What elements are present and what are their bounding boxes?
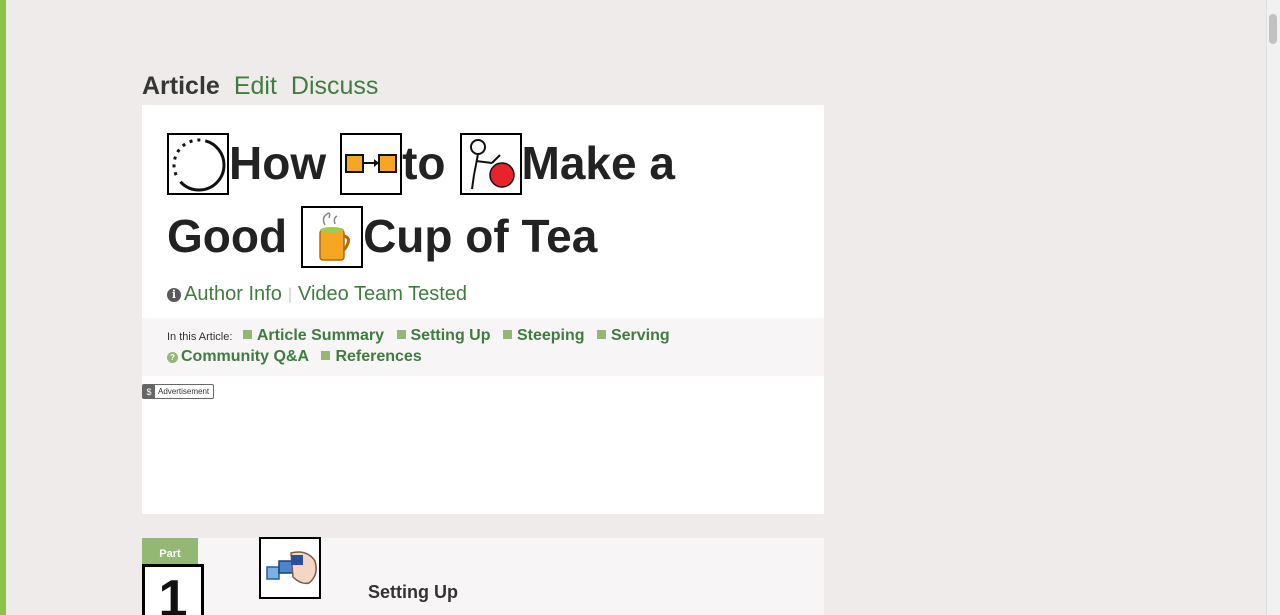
toc-item-references[interactable]: References [321,348,422,365]
toc-item-setting-up[interactable]: Setting Up [396,327,491,344]
title-word-to: to [402,137,446,189]
part-title: Setting Up [368,582,458,602]
boxes-arrow-symbol-icon [340,132,403,195]
tested-badge-link[interactable]: Video Team Tested [298,283,467,306]
toc-item-steeping[interactable]: Steeping [502,327,585,344]
tea-mug-symbol-icon [301,205,364,268]
title-word-cup-of-tea: Cup of Tea [363,210,598,262]
circle-symbol-icon [167,132,229,195]
title-word-make-a: Make a [521,137,675,189]
advertisement-badge: $ Advertisement [142,384,215,399]
article-title: How to Make a Good Cup of Tea [167,127,807,273]
toc-item-serving[interactable]: Serving [596,327,670,344]
title-word-good: Good [167,210,288,262]
toc-bullet-icon [321,351,331,360]
toc-label: In this Article: [167,331,233,343]
part-section: Part 1 Setting Up [142,537,824,615]
article-tabs: Article Edit Discuss [142,72,378,101]
left-edge-bar [0,0,6,615]
toc-bullet-icon [396,330,406,339]
toc-bullet-icon [502,330,512,339]
toc-item-community-qa[interactable]: ? Community Q&A [167,348,309,365]
toc-bullet-icon [596,330,606,339]
part-tab: Part [142,538,198,566]
tab-discuss[interactable]: Discuss [291,72,379,101]
tab-edit[interactable]: Edit [234,72,277,101]
hand-blocks-symbol-icon [259,537,321,599]
table-of-contents: In this Article: Article Summary Setting… [142,318,824,376]
part-number: 1 [142,564,204,615]
dollar-icon: $ [143,385,155,398]
toc-bullet-icon [242,330,252,339]
title-word-how: How [229,137,327,189]
author-info-link[interactable]: Author Info [184,283,282,306]
info-icon: i [167,287,181,302]
question-icon: ? [167,352,178,363]
person-making-symbol-icon [459,132,522,195]
toc-item-article-summary[interactable]: Article Summary [242,327,384,344]
meta-divider: | [287,285,292,303]
scrollbar[interactable] [1266,0,1280,615]
tab-article[interactable]: Article [142,72,220,101]
article-meta: i Author Info | Video Team Tested [167,283,467,306]
advertisement-label: Advertisement [158,387,210,396]
article-card: How to Make a Good Cup of Tea i Author I… [142,105,824,514]
scrollbar-thumb[interactable] [1269,14,1277,44]
